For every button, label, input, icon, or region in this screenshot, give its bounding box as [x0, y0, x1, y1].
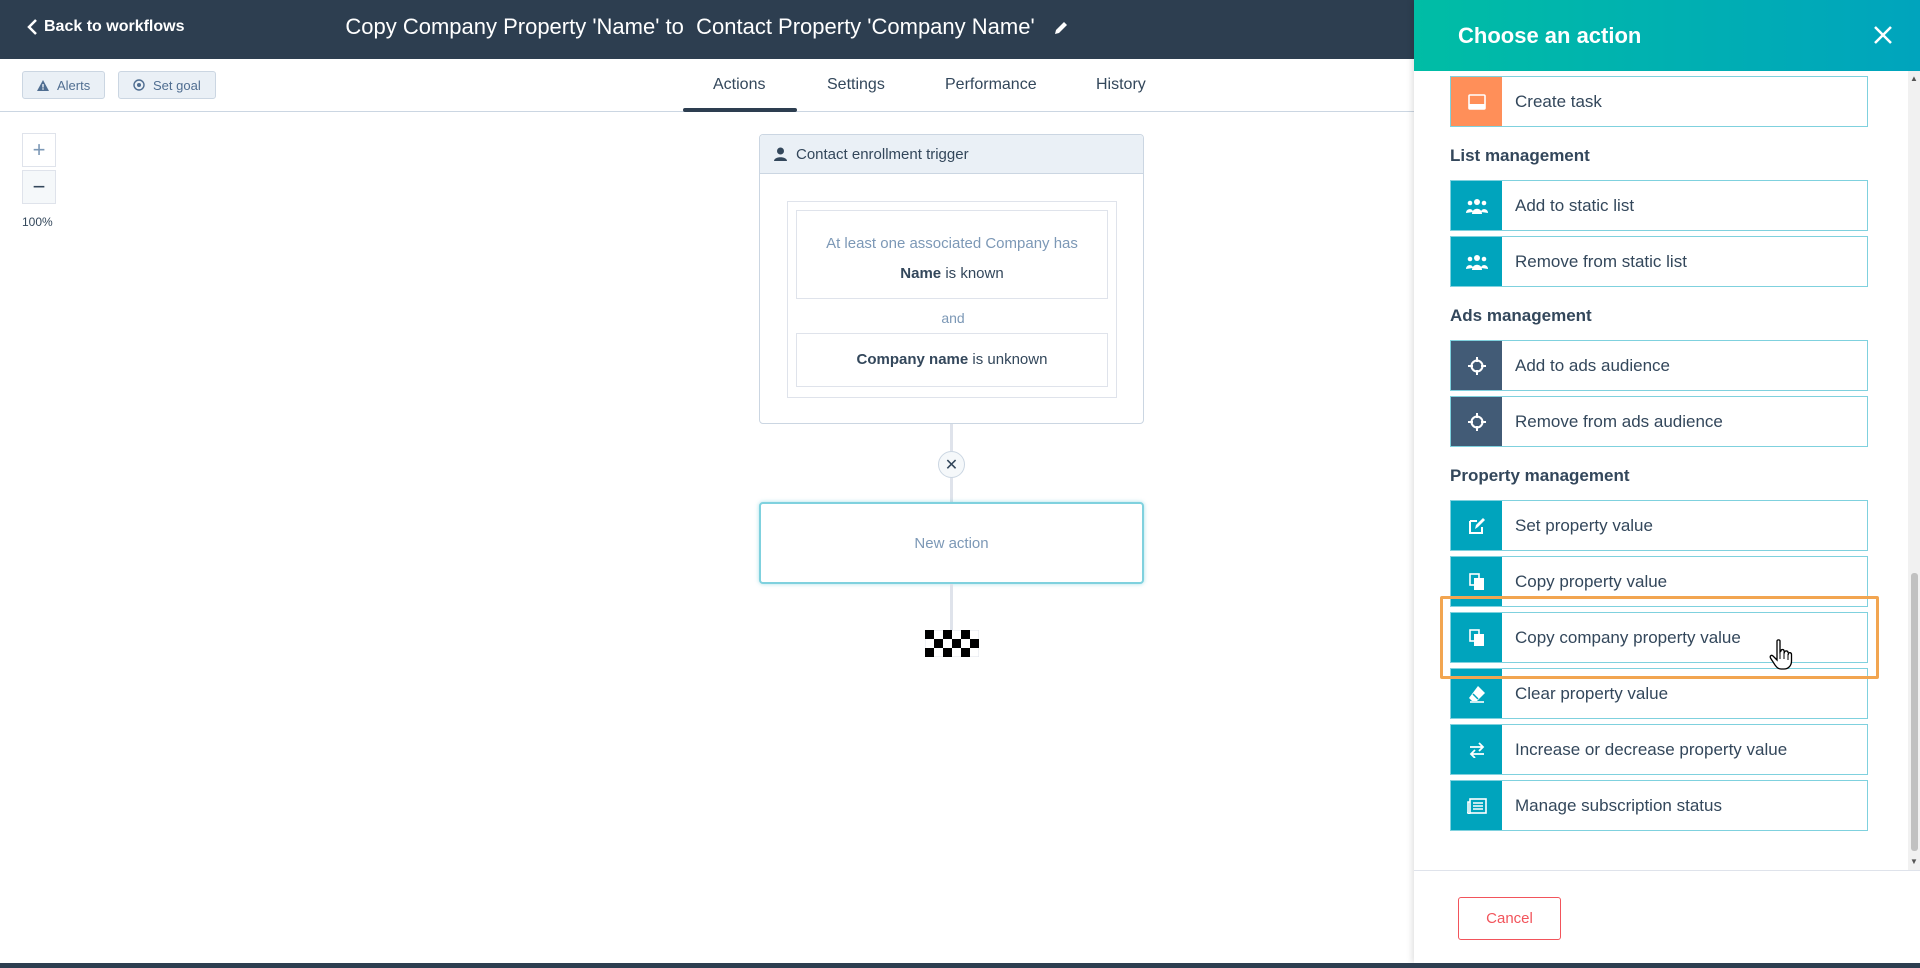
workflow-header: Back to workflows Copy Company Property … — [0, 0, 1414, 59]
trigger-criteria: At least one associated Company has Name… — [787, 201, 1117, 398]
connector-line — [950, 584, 953, 630]
tab-settings[interactable]: Settings — [827, 76, 885, 94]
people-icon — [1451, 181, 1502, 230]
action-add-ads-audience[interactable]: Add to ads audience — [1450, 340, 1868, 391]
trigger-title: Contact enrollment trigger — [796, 145, 969, 163]
scroll-thumb[interactable] — [1911, 573, 1918, 851]
action-label: Remove from ads audience — [1515, 411, 1723, 431]
action-copy-property-value[interactable]: Copy property value — [1450, 556, 1868, 607]
target-icon — [133, 79, 145, 91]
people-icon — [1451, 237, 1502, 286]
hand-pointer-icon — [1769, 639, 1793, 670]
action-add-static-list[interactable]: Add to static list — [1450, 180, 1868, 231]
scroll-up-icon[interactable]: ▲ — [1910, 75, 1918, 83]
section-property-management: Property management — [1450, 466, 1630, 485]
edit-icon — [1451, 501, 1502, 550]
workflow-title: Copy Company Property 'Name' to Contact … — [0, 14, 1414, 42]
cancel-button[interactable]: Cancel — [1458, 897, 1561, 940]
action-label: Add to static list — [1515, 195, 1635, 215]
copy-icon — [1451, 557, 1502, 606]
action-label: Clear property value — [1515, 683, 1669, 703]
tab-performance[interactable]: Performance — [945, 76, 1037, 94]
section-ads-management: Ads management — [1450, 306, 1592, 325]
criteria-operator: is unknown — [968, 351, 1048, 368]
section-list-management: List management — [1450, 146, 1590, 165]
crosshair-icon — [1451, 397, 1502, 446]
new-action-card[interactable]: New action — [759, 502, 1144, 584]
action-label: Manage subscription status — [1515, 795, 1722, 815]
set-goal-label: Set goal — [153, 77, 201, 93]
criteria-property: Name — [900, 265, 942, 282]
finish-flag-icon — [925, 630, 979, 657]
close-panel-icon[interactable] — [1868, 20, 1898, 50]
action-remove-ads-audience[interactable]: Remove from ads audience — [1450, 396, 1868, 447]
action-label: Create task — [1515, 91, 1602, 111]
action-copy-company-property-value[interactable]: Copy company property value — [1450, 612, 1868, 663]
contact-icon — [774, 147, 787, 161]
tab-history[interactable]: History — [1096, 76, 1146, 94]
tab-actions[interactable]: Actions — [713, 76, 765, 94]
and-joiner: and — [941, 310, 965, 326]
bottom-border — [0, 963, 1920, 968]
panel-scrollbar[interactable]: ▲ ▼ — [1908, 71, 1920, 870]
action-set-property-value[interactable]: Set property value — [1450, 500, 1868, 551]
action-label: Set property value — [1515, 515, 1653, 535]
eraser-icon — [1451, 669, 1502, 718]
action-label: Increase or decrease property value — [1515, 739, 1788, 759]
action-label: Remove from static list — [1515, 251, 1687, 271]
panel-title: Choose an action — [1458, 22, 1642, 48]
action-label: Copy property value — [1515, 571, 1668, 591]
zoom-in-button[interactable]: + — [22, 133, 56, 167]
swap-arrows-icon — [1451, 725, 1502, 774]
criteria-intro: At least one associated Company has — [826, 235, 1078, 252]
action-create-task[interactable]: Create task — [1450, 76, 1868, 127]
alerts-button[interactable]: Alerts — [22, 71, 106, 99]
action-list: Create task List management Add to stati… — [1414, 71, 1920, 870]
zoom-out-button[interactable]: − — [22, 170, 56, 204]
criteria-property: Company name — [856, 351, 969, 368]
workflow-canvas: + − 100% — [0, 112, 1414, 963]
action-label: Add to ads audience — [1515, 355, 1671, 375]
action-clear-property-value[interactable]: Clear property value — [1450, 668, 1868, 719]
new-action-label: New action — [914, 534, 989, 552]
set-goal-button[interactable]: Set goal — [118, 71, 216, 99]
crosshair-icon — [1451, 341, 1502, 390]
newspaper-icon — [1451, 781, 1502, 830]
scroll-down-icon[interactable]: ▼ — [1910, 858, 1918, 866]
criteria-filter-1[interactable]: At least one associated Company has Name… — [796, 210, 1108, 299]
panel-header: Choose an action — [1414, 0, 1920, 71]
close-icon[interactable]: ✕ — [938, 451, 965, 478]
workflow-title-text: Copy Company Property 'Name' to Contact … — [345, 14, 1035, 39]
action-manage-subscription-status[interactable]: Manage subscription status — [1450, 780, 1868, 831]
action-remove-static-list[interactable]: Remove from static list — [1450, 236, 1868, 287]
copy-icon — [1451, 613, 1502, 662]
alerts-label: Alerts — [57, 77, 91, 93]
pencil-icon[interactable] — [1053, 16, 1069, 42]
task-icon — [1451, 77, 1502, 126]
warning-icon — [37, 79, 49, 91]
zoom-level: 100% — [22, 215, 53, 229]
panel-footer: Cancel — [1414, 870, 1920, 963]
trigger-header: Contact enrollment trigger — [760, 135, 1143, 174]
choose-action-panel: Choose an action Create task List manage… — [1414, 0, 1920, 963]
action-increase-decrease-property-value[interactable]: Increase or decrease property value — [1450, 724, 1868, 775]
criteria-operator: is known — [941, 265, 1004, 282]
criteria-filter-2[interactable]: Company name is unknown — [796, 333, 1108, 387]
action-label: Copy company property value — [1515, 627, 1741, 647]
enrollment-trigger-card[interactable]: Contact enrollment trigger At least one … — [759, 134, 1144, 424]
workflow-subnav: Alerts Set goal Actions Settings Perform… — [0, 59, 1414, 112]
